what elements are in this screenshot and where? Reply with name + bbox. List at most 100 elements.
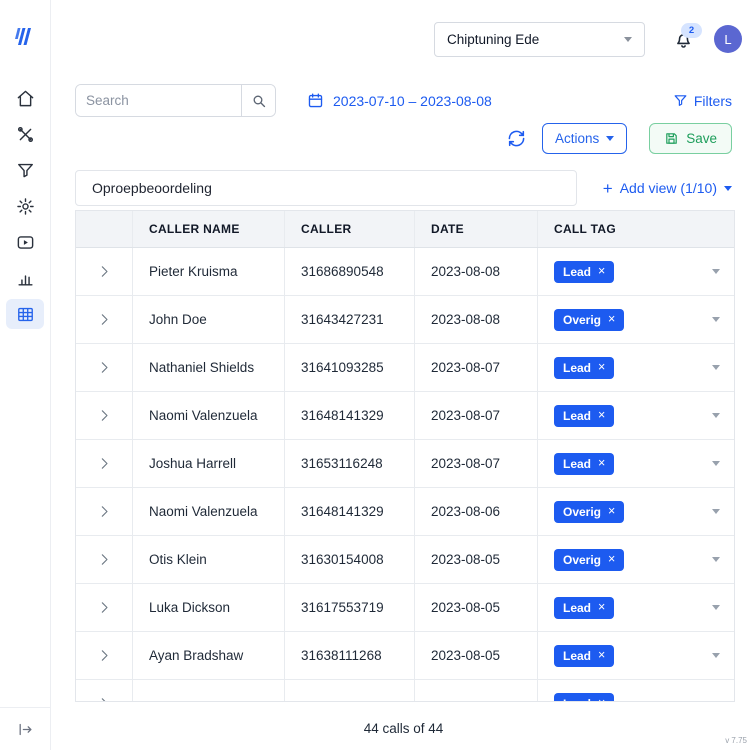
table-row: Luka Dickson 31617553719 2023-08-05 Lead… <box>76 584 734 632</box>
caller-number-cell: 31686890548 <box>284 248 414 295</box>
call-tag-badge[interactable]: Overig × <box>554 548 625 571</box>
column-header-date[interactable]: DATE <box>414 211 537 247</box>
chevron-right-icon <box>97 408 112 423</box>
date-cell <box>414 680 537 701</box>
tag-dropdown-icon[interactable] <box>712 461 720 466</box>
column-header-caller[interactable]: CALLER <box>284 211 414 247</box>
tag-dropdown-icon[interactable] <box>712 653 720 658</box>
call-tag-badge[interactable]: Overig × <box>554 500 625 523</box>
column-header-call-tag[interactable]: CALL TAG <box>537 211 734 247</box>
caller-name-cell: Ayan Bradshaw <box>132 632 284 679</box>
calls-count-summary: 44 calls of 44 <box>363 721 444 736</box>
tag-dropdown-icon[interactable] <box>712 509 720 514</box>
chevron-right-icon <box>97 504 112 519</box>
company-selector-value: Chiptuning Ede <box>447 31 540 47</box>
plus-icon: + <box>602 178 613 198</box>
call-tag-badge[interactable]: Overig × <box>554 308 625 331</box>
search-button[interactable] <box>241 85 275 116</box>
sidebar-item-recordings[interactable] <box>6 227 44 257</box>
date-range-picker[interactable]: 2023-07-10 – 2023-08-08 <box>307 92 492 109</box>
sidebar-item-home[interactable] <box>6 83 44 113</box>
refresh-icon <box>507 129 526 148</box>
remove-tag-icon[interactable]: × <box>608 505 615 518</box>
top-header: Chiptuning Ede 2 L <box>51 21 742 57</box>
caller-name-cell: Naomi Valenzuela <box>132 392 284 439</box>
tag-dropdown-icon[interactable] <box>712 557 720 562</box>
call-tag-badge[interactable]: Lead × <box>554 404 615 427</box>
date-cell: 2023-08-07 <box>414 440 537 487</box>
caller-name-cell: Joshua Harrell <box>132 440 284 487</box>
call-tag-badge[interactable]: Lead × <box>554 692 615 701</box>
date-cell: 2023-08-05 <box>414 536 537 583</box>
remove-tag-icon[interactable]: × <box>598 265 605 278</box>
sidebar-item-filter[interactable] <box>6 155 44 185</box>
row-expander[interactable] <box>76 248 132 295</box>
row-expander[interactable] <box>76 392 132 439</box>
refresh-button[interactable] <box>507 129 526 148</box>
gear-icon <box>16 197 35 216</box>
caller-number-cell: 31648141329 <box>284 392 414 439</box>
tag-dropdown-icon[interactable] <box>712 413 720 418</box>
save-button[interactable]: Save <box>649 123 732 154</box>
call-tag-badge[interactable]: Lead × <box>554 596 615 619</box>
table-icon <box>16 305 35 324</box>
remove-tag-icon[interactable]: × <box>598 697 605 701</box>
remove-tag-icon[interactable]: × <box>608 313 615 326</box>
call-tag-label: Overig <box>563 504 602 519</box>
call-tag-cell: Lead × <box>537 392 734 439</box>
tag-dropdown-icon[interactable] <box>712 269 720 274</box>
tag-dropdown-icon[interactable] <box>712 701 720 702</box>
call-tag-badge[interactable]: Lead × <box>554 356 615 379</box>
filter-funnel-icon <box>673 93 688 108</box>
floppy-disk-icon <box>664 131 679 146</box>
remove-tag-icon[interactable]: × <box>598 601 605 614</box>
filters-button[interactable]: Filters <box>673 93 732 109</box>
call-tag-badge[interactable]: Lead × <box>554 452 615 475</box>
date-range-value: 2023-07-10 – 2023-08-08 <box>333 92 492 109</box>
company-selector[interactable]: Chiptuning Ede <box>434 21 645 57</box>
triple-slash-logo[interactable] <box>14 28 36 45</box>
save-label: Save <box>686 131 717 146</box>
remove-tag-icon[interactable]: × <box>598 361 605 374</box>
filters-label: Filters <box>693 92 732 109</box>
sidebar-nav <box>6 83 44 329</box>
call-tag-badge[interactable]: Lead × <box>554 644 615 667</box>
row-expander[interactable] <box>76 536 132 583</box>
tag-dropdown-icon[interactable] <box>712 365 720 370</box>
actions-button[interactable]: Actions <box>541 123 628 154</box>
row-expander[interactable] <box>76 440 132 487</box>
remove-tag-icon[interactable]: × <box>598 457 605 470</box>
row-expander[interactable] <box>76 680 132 701</box>
call-tag-cell: Lead × <box>537 584 734 631</box>
call-tag-cell: Overig × <box>537 296 734 343</box>
call-tag-cell: Overig × <box>537 536 734 583</box>
tag-dropdown-icon[interactable] <box>712 605 720 610</box>
date-cell: 2023-08-06 <box>414 488 537 535</box>
search-input[interactable] <box>76 85 241 116</box>
stats-icon <box>16 269 35 288</box>
row-expander[interactable] <box>76 296 132 343</box>
add-view-button[interactable]: + Add view (1/10) <box>603 180 732 197</box>
collapse-sidebar-button[interactable] <box>0 707 50 750</box>
sidebar-item-statistics[interactable] <box>6 263 44 293</box>
sidebar-item-call-table[interactable] <box>6 299 44 329</box>
notifications-button[interactable]: 2 <box>673 22 702 50</box>
avatar[interactable]: L <box>714 25 742 53</box>
column-header-caller-name[interactable]: CALLER NAME <box>132 211 284 247</box>
row-expander[interactable] <box>76 584 132 631</box>
remove-tag-icon[interactable]: × <box>608 553 615 566</box>
active-view-tab[interactable]: Oproepbeoordeling <box>75 170 577 206</box>
sidebar-item-settings[interactable] <box>6 191 44 221</box>
call-tag-badge[interactable]: Lead × <box>554 260 615 283</box>
caller-name-cell <box>132 680 284 701</box>
avatar-initial: L <box>724 31 732 47</box>
sidebar-item-tools[interactable] <box>6 119 44 149</box>
remove-tag-icon[interactable]: × <box>598 649 605 662</box>
tag-dropdown-icon[interactable] <box>712 317 720 322</box>
row-expander[interactable] <box>76 632 132 679</box>
caller-number-cell <box>284 680 414 701</box>
remove-tag-icon[interactable]: × <box>598 409 605 422</box>
row-expander[interactable] <box>76 344 132 391</box>
table-row: John Doe 31643427231 2023-08-08 Overig × <box>76 296 734 344</box>
row-expander[interactable] <box>76 488 132 535</box>
